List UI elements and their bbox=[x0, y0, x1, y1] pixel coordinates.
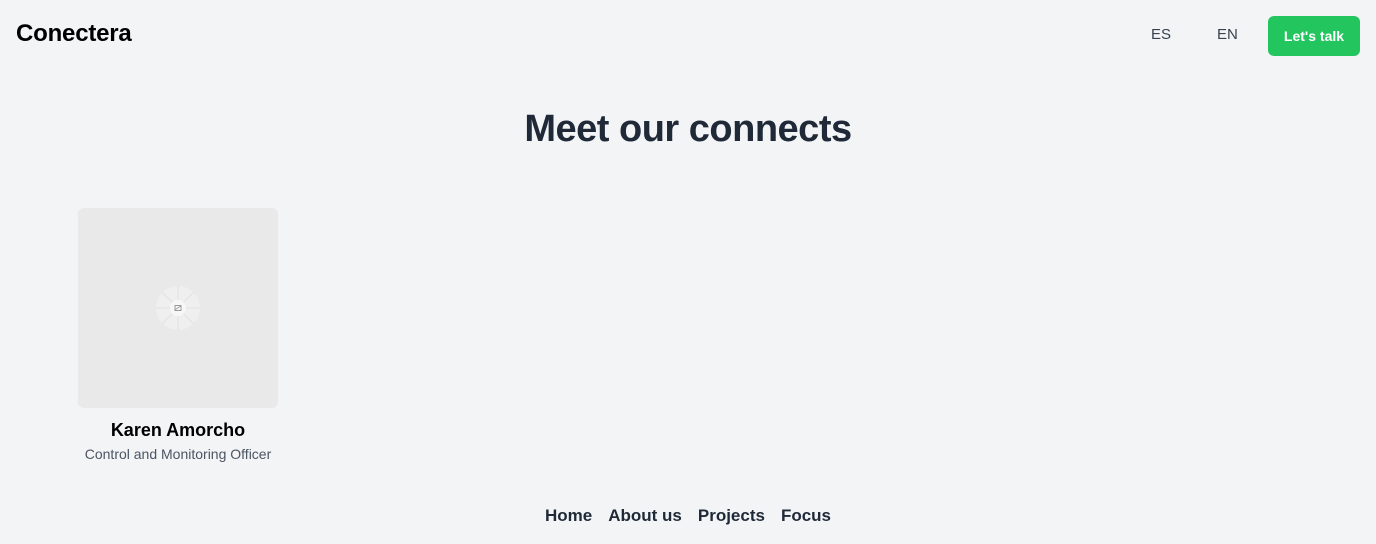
footer-link-focus[interactable]: Focus bbox=[781, 506, 831, 526]
language-es-link[interactable]: ES bbox=[1151, 26, 1171, 43]
brand-logo[interactable]: Conectera bbox=[16, 20, 132, 48]
image-placeholder-icon bbox=[156, 286, 200, 330]
page-title: Meet our connects bbox=[524, 108, 852, 150]
team-member-name: Karen Amorcho bbox=[110, 420, 246, 440]
lets-talk-button[interactable]: Let's talk bbox=[1268, 16, 1360, 56]
footer-link-about-us[interactable]: About us bbox=[608, 506, 682, 526]
footer-nav: Home About us Projects Focus bbox=[0, 506, 1376, 526]
footer-link-projects[interactable]: Projects bbox=[698, 506, 765, 526]
site-header: Conectera ES EN Let's talk bbox=[0, 0, 1376, 72]
team-member-card[interactable]: Karen Amorcho Control and Monitoring Off… bbox=[78, 208, 278, 462]
team-member-photo bbox=[78, 208, 278, 408]
team-member-role: Control and Monitoring Officer bbox=[84, 446, 272, 462]
language-en-link[interactable]: EN bbox=[1217, 26, 1238, 43]
footer-link-home[interactable]: Home bbox=[545, 506, 592, 526]
